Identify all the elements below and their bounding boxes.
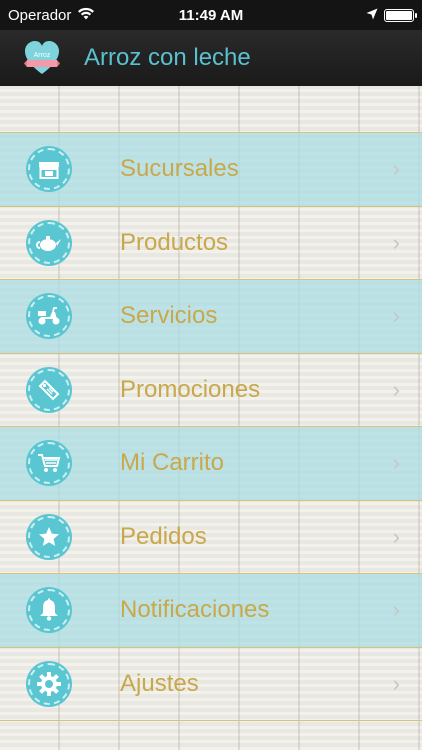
page-title: Arroz con leche xyxy=(84,44,251,71)
menu-item-productos[interactable]: Productos › xyxy=(0,207,422,280)
chevron-right-icon: › xyxy=(392,450,400,476)
menu-item-servicios[interactable]: Servicios › xyxy=(0,280,422,354)
gear-icon xyxy=(28,662,70,705)
chevron-right-icon: › xyxy=(392,303,400,329)
nav-bar: Arroz Arroz con leche xyxy=(0,30,422,86)
menu-item-promociones[interactable]: Promociones › xyxy=(0,354,422,427)
menu-label: Pedidos xyxy=(120,522,207,550)
cart-icon xyxy=(28,442,70,485)
app-logo: Arroz xyxy=(22,38,62,78)
menu-label: Productos xyxy=(120,228,229,256)
menu-label: Mi Carrito xyxy=(120,449,225,477)
menu-label: Sucursales xyxy=(120,155,239,183)
menu-item-pedidos[interactable]: Pedidos › xyxy=(0,501,422,574)
main-menu: Sucursales › Productos › Servicios › Pro… xyxy=(0,132,422,721)
scooter-icon xyxy=(28,295,70,338)
menu-item-sucursales[interactable]: Sucursales › xyxy=(0,133,422,207)
chevron-right-icon: › xyxy=(392,156,400,182)
svg-text:Arroz: Arroz xyxy=(34,52,51,59)
menu-item-ajustes[interactable]: Ajustes › xyxy=(0,648,422,721)
tag-icon xyxy=(28,368,70,411)
bell-icon xyxy=(28,589,70,632)
battery-fill xyxy=(386,10,412,20)
chevron-right-icon: › xyxy=(392,376,400,402)
menu-label: Promociones xyxy=(120,375,261,403)
menu-content: Sucursales › Productos › Servicios › Pro… xyxy=(0,86,422,750)
status-time: 11:49 AM xyxy=(178,6,244,24)
menu-label: Notificaciones xyxy=(120,596,270,624)
store-icon xyxy=(28,148,70,191)
chevron-right-icon: › xyxy=(392,670,400,696)
menu-label: Servicios xyxy=(120,302,218,330)
menu-item-notificaciones[interactable]: Notificaciones › xyxy=(0,574,422,648)
menu-item-mi-carrito[interactable]: Mi Carrito › xyxy=(0,427,422,501)
status-bar: Operador 11:49 AM xyxy=(0,0,422,30)
star-icon xyxy=(28,515,70,558)
chevron-right-icon: › xyxy=(392,597,400,623)
chevron-right-icon: › xyxy=(392,229,400,255)
battery-icon xyxy=(384,8,417,22)
chevron-right-icon: › xyxy=(392,523,400,549)
teapot-icon xyxy=(28,221,70,264)
menu-label: Ajustes xyxy=(120,669,199,697)
